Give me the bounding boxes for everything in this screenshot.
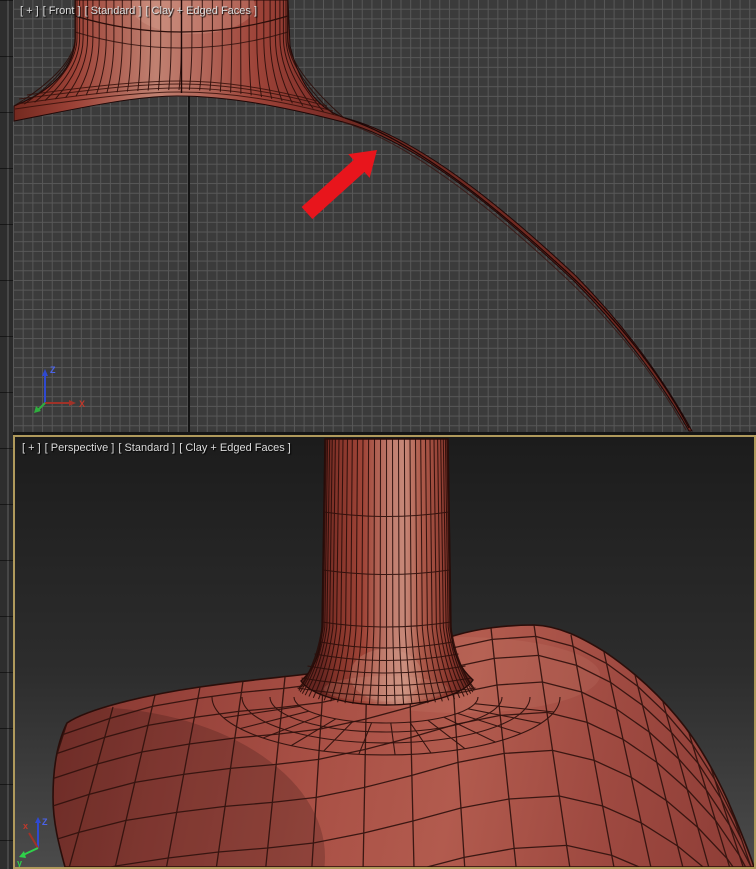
x-axis <box>28 832 39 849</box>
viewport-shading-menu[interactable]: [ Clay + Edged Faces ] <box>179 442 291 455</box>
viewport-general-menu[interactable]: [ + ] <box>20 5 39 18</box>
front-viewport-canvas <box>13 0 693 432</box>
z-axis-label: Z <box>42 817 48 827</box>
viewport-area: [ + ] [ Front ] [ Standard ] [ Clay + Ed… <box>0 0 756 869</box>
front-viewport[interactable]: [ + ] [ Front ] [ Standard ] [ Clay + Ed… <box>13 0 756 432</box>
z-axis-label: Z <box>50 365 56 375</box>
y-axis-label: y <box>17 858 22 867</box>
front-axis-gizmo: Z X <box>34 365 85 413</box>
viewport-shading-menu[interactable]: [ Clay + Edged Faces ] <box>145 5 257 18</box>
perspective-viewport-canvas <box>52 438 754 867</box>
adjacent-viewport-sliver <box>0 0 13 869</box>
x-axis-label: X <box>79 399 85 409</box>
viewport-general-menu[interactable]: [ + ] <box>22 442 41 455</box>
annotation-arrow <box>301 150 377 219</box>
x-axis-label: x <box>23 821 28 831</box>
y-axis <box>22 847 39 856</box>
viewport-pov-menu[interactable]: [ Perspective ] <box>45 442 115 455</box>
perspective-viewport[interactable]: [ + ] [ Perspective ] [ Standard ] [ Cla… <box>13 435 756 869</box>
viewport-pov-menu[interactable]: [ Front ] <box>43 5 81 18</box>
z-axis-arrowhead <box>35 817 41 823</box>
viewport-renderer-menu[interactable]: [ Standard ] <box>118 442 175 455</box>
perspective-axis-gizmo: Z x y <box>17 817 48 867</box>
front-viewport-label: [ + ] [ Front ] [ Standard ] [ Clay + Ed… <box>20 5 257 18</box>
viewport-renderer-menu[interactable]: [ Standard ] <box>85 5 142 18</box>
y-axis-arrowhead <box>19 851 26 858</box>
z-axis-arrowhead <box>42 369 48 376</box>
y-axis <box>37 402 46 411</box>
perspective-viewport-label: [ + ] [ Perspective ] [ Standard ] [ Cla… <box>22 442 291 455</box>
x-axis-arrowhead <box>69 400 76 406</box>
